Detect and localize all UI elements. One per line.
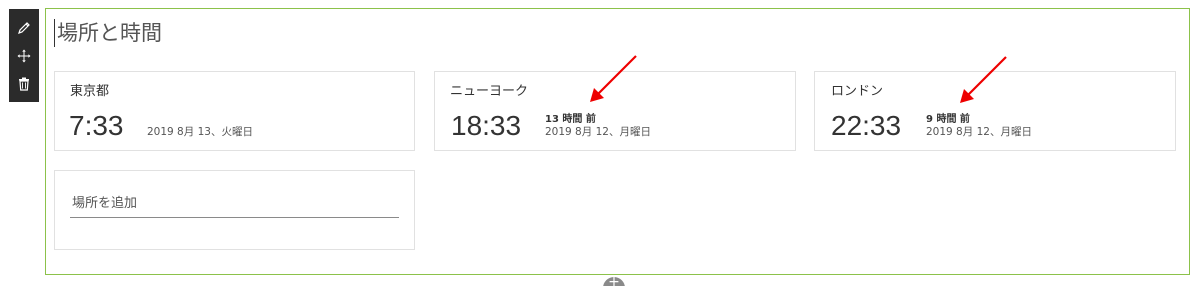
pencil-icon (18, 22, 30, 34)
trash-icon (19, 77, 29, 91)
local-date: 2019 8月 12、月曜日 (926, 126, 1032, 138)
time-offset: 13 時間 前 (545, 114, 596, 125)
webpart-toolbar (9, 9, 39, 102)
local-date: 2019 8月 12、月曜日 (545, 126, 651, 138)
local-time: 22:33 (831, 110, 902, 141)
city-name: ニューヨーク (450, 84, 529, 99)
move-icon (17, 49, 31, 63)
plus-icon: + (608, 277, 620, 286)
add-section-button[interactable]: + (603, 277, 625, 286)
webpart-title[interactable]: 場所と時間 (57, 18, 162, 48)
local-date: 2019 8月 13、火曜日 (147, 126, 253, 138)
city-name: 東京都 (70, 84, 110, 99)
move-button[interactable] (9, 42, 39, 70)
annotation-arrow-new-york (590, 55, 637, 102)
annotation-arrow-london (960, 56, 1007, 103)
text-cursor (54, 19, 55, 47)
delete-button[interactable] (9, 70, 39, 98)
add-location-input[interactable] (70, 190, 399, 218)
edit-button[interactable] (9, 14, 39, 42)
local-time: 18:33 (451, 110, 522, 141)
city-name: ロンドン (831, 84, 884, 99)
time-offset: 9 時間 前 (926, 114, 970, 125)
local-time: 7:33 (69, 110, 124, 141)
